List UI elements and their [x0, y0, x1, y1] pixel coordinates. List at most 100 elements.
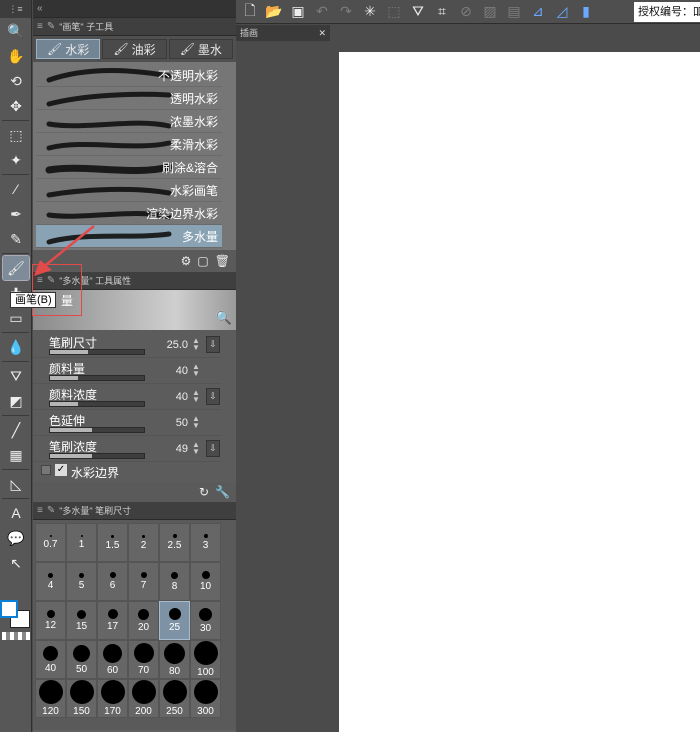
transparent-color-swatch[interactable] [2, 632, 30, 640]
subtool-item[interactable]: 不透明水彩 [36, 64, 222, 87]
magic-wand-icon[interactable]: ✦ [3, 148, 29, 172]
spinner-icon[interactable]: ▲ ▼ [192, 415, 202, 430]
brush-size-cell[interactable]: 100 [190, 640, 221, 679]
property-value[interactable]: 50 [176, 417, 188, 429]
brush-size-cell[interactable]: 4 [35, 562, 66, 601]
watercolor-edge-checkbox[interactable]: ✓ [55, 464, 67, 476]
pen-icon[interactable]: ✒ [3, 202, 29, 226]
panel-menu-icon[interactable]: ≡ [37, 21, 43, 32]
save-icon[interactable]: ▣ [288, 2, 308, 22]
canvas-tab[interactable]: 插画 ✕ [236, 25, 330, 41]
move-icon[interactable]: ✥ [3, 94, 29, 118]
tool-palette-header[interactable]: ⋮≡ [0, 0, 31, 18]
brush-size-cell[interactable]: 200 [128, 679, 159, 718]
tab-oil-paint[interactable]: 🖌 油彩 [102, 39, 167, 59]
brush-size-cell[interactable]: 60 [97, 640, 128, 679]
subtool-item[interactable]: 柔滑水彩 [36, 133, 222, 156]
expand-icon[interactable] [41, 465, 51, 475]
property-slider[interactable] [49, 375, 145, 381]
crop-icon[interactable]: ⊘ [456, 2, 476, 22]
property-slider[interactable] [49, 453, 145, 459]
property-value[interactable]: 25.0 [167, 339, 188, 351]
line-icon[interactable]: ╱ [3, 418, 29, 442]
property-value[interactable]: 40 [176, 391, 188, 403]
redo-icon[interactable]: ↷ [336, 2, 356, 22]
new-file-icon[interactable]: 🗋 [240, 2, 260, 22]
brush-size-cell[interactable]: 1 [66, 523, 97, 562]
brush-size-cell[interactable]: 8 [159, 562, 190, 601]
snap-grid-icon[interactable]: ▮ [576, 2, 596, 22]
pressure-icon[interactable]: ⇩ [206, 336, 220, 353]
snap-special-ruler-icon[interactable]: ◿ [552, 2, 572, 22]
license-number-field[interactable]: 授权编号：吅 [634, 2, 700, 22]
new-subtool-icon[interactable]: ▢ [197, 254, 208, 268]
selection-icon[interactable]: ⬚ [3, 123, 29, 147]
brush-size-cell[interactable]: 40 [35, 640, 66, 679]
brush-icon[interactable]: 🖌 [2, 255, 30, 281]
foreground-color-swatch[interactable] [0, 600, 18, 618]
brush-size-cell[interactable]: 7 [128, 562, 159, 601]
brush-size-cell[interactable]: 300 [190, 679, 221, 718]
property-value[interactable]: 40 [176, 365, 188, 377]
frame-icon[interactable]: ▦ [3, 443, 29, 467]
snap-ruler-icon[interactable]: ⊿ [528, 2, 548, 22]
transform-icon[interactable]: ⬚ [384, 2, 404, 22]
brush-size-cell[interactable]: 120 [35, 679, 66, 718]
spinner-icon[interactable]: ▲ ▼ [192, 363, 202, 378]
rotate-view-icon[interactable]: ⟲ [3, 69, 29, 93]
fill-icon[interactable]: ⛛ [3, 364, 29, 388]
brush-size-cell[interactable]: 3 [190, 523, 221, 562]
pressure-icon[interactable]: ⇩ [206, 388, 220, 405]
gradient-icon[interactable]: ◩ [3, 389, 29, 413]
pencil-icon[interactable]: ✎ [3, 227, 29, 251]
eraser-icon[interactable]: ▭ [3, 306, 29, 330]
expand-selection-icon[interactable]: ⌗ [432, 2, 452, 22]
blend-icon[interactable]: 💧 [3, 335, 29, 359]
brush-size-cell[interactable]: 5 [66, 562, 97, 601]
spinner-icon[interactable]: ▲ ▼ [192, 337, 202, 352]
brush-size-cell[interactable]: 1.5 [97, 523, 128, 562]
refresh-icon[interactable]: ↻ [199, 485, 209, 499]
zoom-icon[interactable]: 🔍 [3, 19, 29, 43]
tab-ink[interactable]: 🖌 墨水 [168, 39, 233, 59]
loading-icon[interactable]: ✳ [360, 2, 380, 22]
brush-size-cell[interactable]: 10 [190, 562, 221, 601]
subtool-item[interactable]: 水彩画笔 [36, 179, 222, 202]
correction-icon[interactable]: ↖ [3, 551, 29, 575]
brush-size-cell[interactable]: 25 [159, 601, 190, 640]
brush-size-cell[interactable]: 250 [159, 679, 190, 718]
brush-size-cell[interactable]: 170 [97, 679, 128, 718]
tab-watercolor[interactable]: 🖌 水彩 [36, 39, 101, 59]
brush-size-cell[interactable]: 30 [190, 601, 221, 640]
property-slider[interactable] [49, 401, 145, 407]
invert-icon[interactable]: ▤ [504, 2, 524, 22]
brush-size-cell[interactable]: 12 [35, 601, 66, 640]
property-value[interactable]: 49 [176, 443, 188, 455]
spinner-icon[interactable]: ▲ ▼ [192, 441, 202, 456]
brush-size-cell[interactable]: 2.5 [159, 523, 190, 562]
undo-icon[interactable]: ↶ [312, 2, 332, 22]
panel-menu-icon[interactable]: ≡ [37, 505, 43, 516]
clear-icon[interactable]: ▨ [480, 2, 500, 22]
text-icon[interactable]: A [3, 501, 29, 525]
open-file-icon[interactable]: 📂 [264, 2, 284, 22]
wrench-icon[interactable]: 🔧 [215, 485, 230, 499]
trash-icon[interactable]: 🗑 [215, 254, 230, 268]
eyedropper-icon[interactable]: ⁄ [3, 177, 29, 201]
property-slider[interactable] [49, 427, 145, 433]
fill-command-icon[interactable]: ⛛ [408, 2, 428, 22]
collapse-icon[interactable]: « [37, 3, 43, 14]
subtool-item[interactable]: 浓墨水彩 [36, 110, 222, 133]
brush-size-cell[interactable]: 150 [66, 679, 97, 718]
settings-icon[interactable]: ⚙ [181, 254, 192, 268]
hand-icon[interactable]: ✋ [3, 44, 29, 68]
balloon-icon[interactable]: 💬 [3, 526, 29, 550]
brush-size-cell[interactable]: 20 [128, 601, 159, 640]
brush-size-cell[interactable]: 80 [159, 640, 190, 679]
pressure-icon[interactable]: ⇩ [206, 440, 220, 457]
spinner-icon[interactable]: ▲ ▼ [192, 389, 202, 404]
close-tab-icon[interactable]: ✕ [318, 25, 326, 41]
brush-size-cell[interactable]: 70 [128, 640, 159, 679]
drawing-canvas[interactable] [339, 52, 700, 732]
brush-size-cell[interactable]: 6 [97, 562, 128, 601]
